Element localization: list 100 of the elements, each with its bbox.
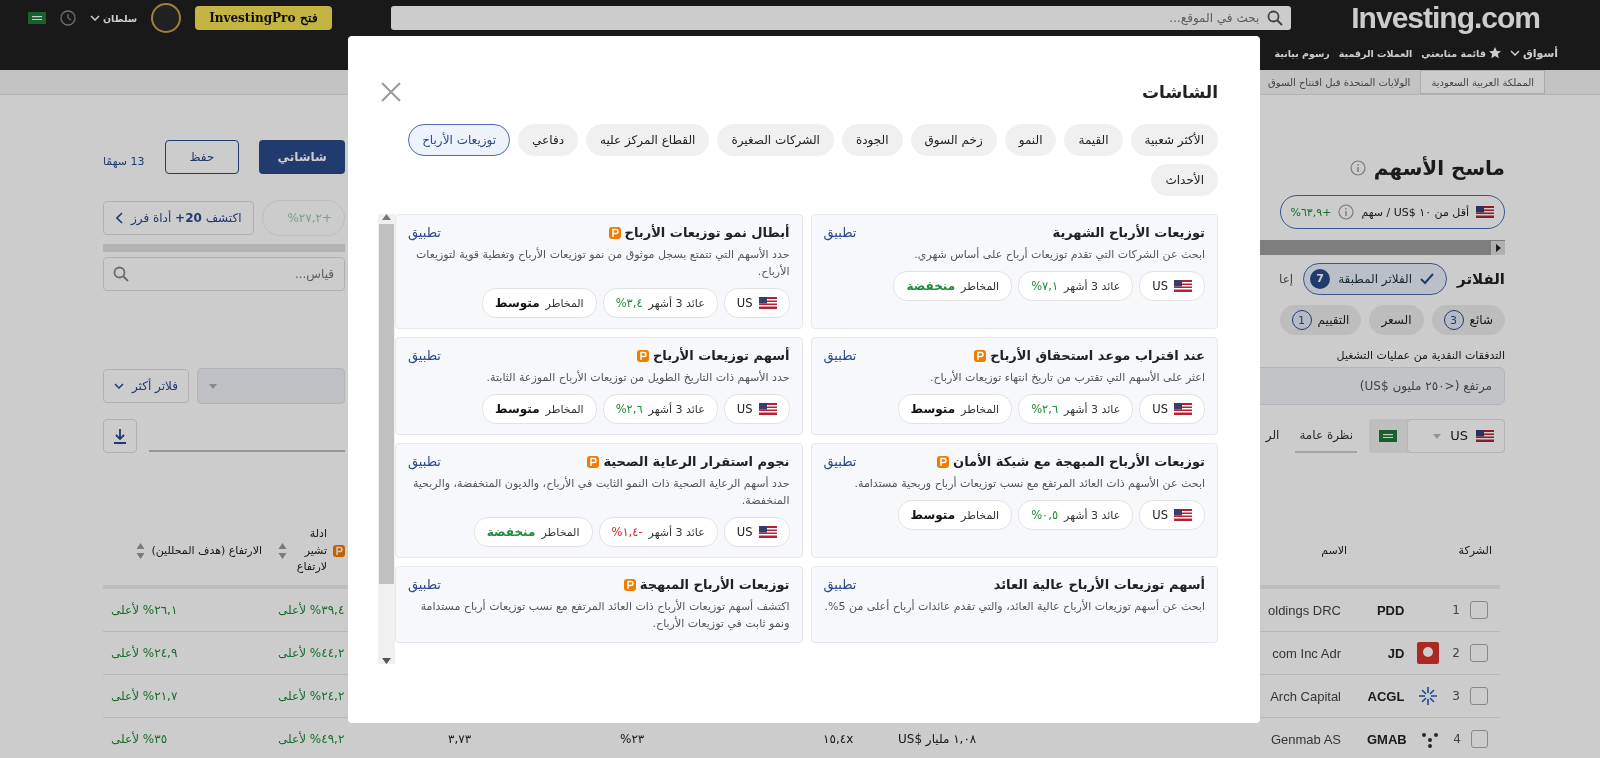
table-cell: ٤٤,٢% لأعلى xyxy=(278,646,345,660)
card-description: اعثر على الأسهم التي تقترب من تاريخ انتهاء توزيعات الأرباح. xyxy=(928,369,1205,387)
category-chip[interactable]: القطاع المركز عليه xyxy=(586,124,710,156)
category-chip[interactable]: دفاعي xyxy=(518,124,578,156)
ticker-symbol: GMAB xyxy=(1367,731,1407,747)
country-selector[interactable]: US xyxy=(1369,418,1505,453)
view-tab[interactable]: نظرة عامة xyxy=(1295,418,1357,453)
nav-item[interactable]: أسواق xyxy=(1509,46,1558,60)
row-checkbox[interactable] xyxy=(1470,730,1488,748)
field-label: التدفقات النقدية من عمليات التشغيل xyxy=(1335,349,1505,362)
us-flag-icon xyxy=(758,297,777,310)
apply-link[interactable]: تطبيق xyxy=(408,225,441,240)
company-name: Arch Capital xyxy=(1270,688,1341,704)
scroll-bar[interactable] xyxy=(378,214,395,664)
apply-link[interactable]: تطبيق xyxy=(823,577,857,593)
clock-icon xyxy=(60,10,76,26)
page-title: ماسح الأسهم xyxy=(1373,155,1505,180)
apply-link[interactable]: تطبيق xyxy=(408,577,441,593)
yield-value: ٣,٤% xyxy=(615,296,643,311)
search-field[interactable]: قياس... xyxy=(103,257,345,291)
dropdown-field[interactable] xyxy=(196,367,345,404)
row-number: 2 xyxy=(1452,646,1460,660)
tag-label: المخاطر xyxy=(545,296,584,310)
close-button[interactable] xyxy=(380,81,402,103)
ticker-symbol: PDD xyxy=(1376,602,1405,618)
sort-icon xyxy=(136,542,146,560)
change-value: +٦٣,٩% xyxy=(1290,205,1332,219)
apply-link[interactable]: تطبيق xyxy=(823,348,857,364)
table-cell: ٢٣% xyxy=(620,732,645,746)
apply-link[interactable]: تطبيق xyxy=(823,225,857,240)
avatar-icon[interactable] xyxy=(151,3,182,33)
yield-value: ٠,٥% xyxy=(1031,508,1059,523)
apply-link[interactable]: تطبيق xyxy=(408,348,441,364)
more-filters-button[interactable]: فلاتر أكثر xyxy=(103,368,189,403)
us-flag-icon xyxy=(1476,429,1494,442)
risk-value: متوسط xyxy=(910,402,956,417)
filters-label: الفلاتر xyxy=(1457,269,1505,288)
category-chip[interactable]: القيمة xyxy=(1064,124,1123,156)
filter-chip[interactable]: السعر xyxy=(1369,305,1424,335)
dialog-title: الشاشات xyxy=(1141,82,1218,102)
chevron-icon xyxy=(116,211,123,224)
tag-label: المخاطر xyxy=(961,279,1000,293)
breadcrumb-tab[interactable]: المملكة العربية السعودية xyxy=(1420,70,1545,94)
risk-value: متوسط xyxy=(910,508,956,523)
apply-link[interactable]: تطبيق xyxy=(408,454,441,470)
pro-icon xyxy=(333,545,345,557)
card-title: توزيعات الأرباح المبهجة مع شبكة الأمان xyxy=(953,454,1205,470)
search-field[interactable]: بحث في الموقع... xyxy=(391,6,1292,30)
risk-value: منخفضة xyxy=(906,279,956,294)
tag-label: عائد 3 أشهر xyxy=(648,296,705,310)
column-header: ادلة تشير لارتفاع xyxy=(295,526,327,576)
screen-card[interactable]: أسهم توزيعات الأرباح عالية العائد تطبيق ابحث عن أسهم توزيعات الأرباح عالية العائد، والتي تقدم عائدات أرباح أعلى من 5%. xyxy=(810,566,1218,644)
download-button[interactable] xyxy=(103,418,137,453)
my-screens-button[interactable]: شاشاتي xyxy=(259,140,345,174)
tag-label: عائد 3 أشهر xyxy=(1064,508,1121,522)
view-tab[interactable]: الر xyxy=(1261,418,1284,453)
screen-card[interactable]: توزيعات الأرباح المبهجة تطبيق اكتشف أسهم توزيعات الأرباح ذات العائد المرتفع مع نسب توزيعات أرباح مستدامة ونمو ثابت في توزيعات الأرباح. xyxy=(395,566,803,644)
us-flag-icon xyxy=(1174,280,1192,293)
category-chip[interactable]: الشركات الصغيرة xyxy=(717,124,834,156)
category-chip[interactable]: زخم السوق xyxy=(910,124,997,156)
row-checkbox[interactable] xyxy=(1470,601,1488,619)
yield-value: -١,٤% xyxy=(611,525,643,540)
download-icon xyxy=(113,427,127,444)
breadcrumb-tab[interactable]: الولايات المتحدة قبل افتتاح السوق xyxy=(1258,70,1421,94)
count-badge: 3 xyxy=(1443,310,1464,330)
nav-item[interactable]: رسوم بيانية xyxy=(1274,47,1330,59)
row-number: 1 xyxy=(1452,603,1460,617)
table-cell: ١,٠٨ مليار $US xyxy=(898,732,977,746)
country-label: US xyxy=(736,525,753,540)
star-icon xyxy=(1488,47,1501,59)
card-description: ابحث عن الشركات التي تقدم توزيعات أرباح على أساس شهري. xyxy=(913,246,1205,263)
category-chip[interactable]: النمو xyxy=(1004,124,1057,156)
category-chip[interactable]: الجودة xyxy=(841,124,903,156)
user-menu[interactable]: سلطان xyxy=(90,12,138,24)
row-checkbox[interactable] xyxy=(1470,644,1488,662)
country-label: US xyxy=(736,296,753,311)
category-chip[interactable]: الأكثر شعبية xyxy=(1130,124,1218,156)
risk-value: متوسط xyxy=(495,296,540,311)
category-chip[interactable]: الأحداث xyxy=(1151,164,1218,196)
scroll-bar[interactable] xyxy=(103,244,345,252)
nav-item[interactable]: العملات الرقمية xyxy=(1338,47,1413,59)
yield-value: ٢,٦% xyxy=(1031,402,1059,417)
nav-item[interactable]: قائمة متابعتي xyxy=(1421,47,1501,59)
site-logo[interactable]: Investing.com xyxy=(1351,1,1540,35)
apply-link[interactable]: تطبيق xyxy=(823,454,857,470)
save-button[interactable]: حفظ xyxy=(164,140,240,174)
reset-link[interactable]: إعا xyxy=(1279,271,1294,286)
country-label: US xyxy=(1152,508,1168,523)
sort-icon xyxy=(278,542,287,560)
yield-value: ٧,١% xyxy=(1031,279,1059,294)
card-description: ابحث عن أسهم توزيعات الأرباح عالية العائد، والتي تقدم عائدات أرباح أعلى من 5%. xyxy=(823,598,1205,616)
ticker-symbol: JD xyxy=(1387,645,1405,661)
table-cell: ٣٥% لأعلى xyxy=(111,732,168,746)
scroll-down-icon xyxy=(382,658,391,664)
card-description: حدد أسهم الرعاية الصحية ذات النمو الثابت في الأرباح، والديون المنخفضة، والربحية المنخفضة. xyxy=(411,475,790,510)
category-chip[interactable]: توزيعات الأرباح xyxy=(408,124,511,156)
card-description: حدد الأسهم ذات التاريخ الطويل من توزيعات الأرباح الموزعة الثابتة. xyxy=(485,369,790,387)
pro-button[interactable]: فتح InvestingPro xyxy=(195,6,332,30)
row-checkbox[interactable] xyxy=(1470,687,1488,705)
country-label: US xyxy=(1450,428,1468,443)
